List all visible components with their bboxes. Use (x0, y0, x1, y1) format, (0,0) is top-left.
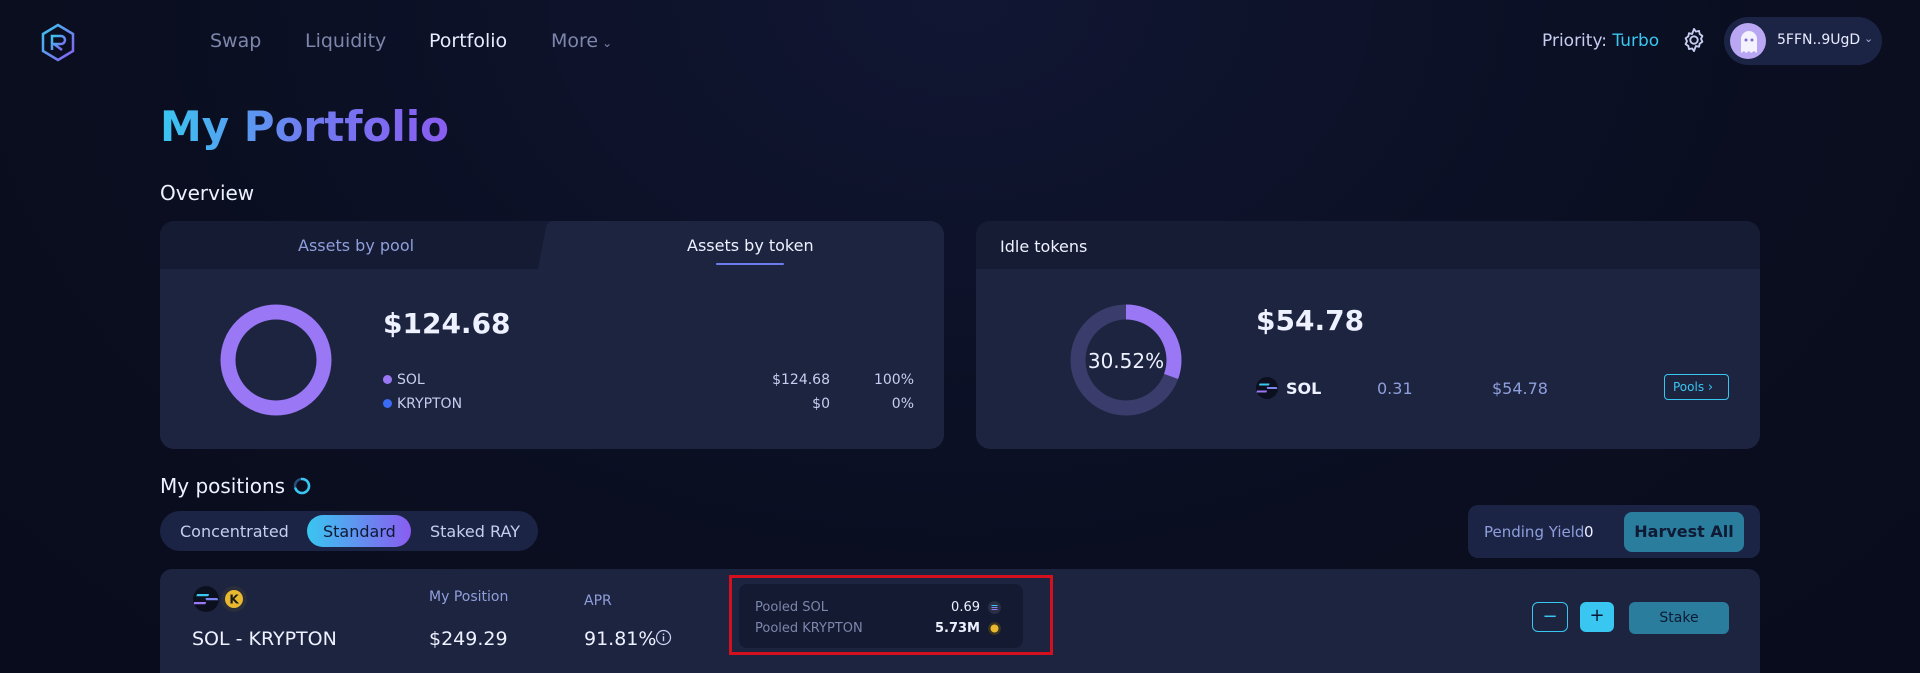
tab-assets-by-token[interactable]: Assets by token (687, 236, 814, 255)
ghost-avatar-icon (1741, 31, 1757, 53)
chevron-right-icon: › (1707, 380, 1714, 395)
assets-donut-chart (220, 304, 332, 416)
gear-icon[interactable] (1680, 26, 1708, 54)
idle-card-header (976, 221, 1760, 269)
avatar (1730, 23, 1766, 59)
overview-title: Overview (160, 181, 255, 205)
nav-swap[interactable]: Swap (210, 30, 261, 52)
priority-label: Priority: (1542, 31, 1607, 51)
donut-slice-sol (220, 304, 332, 416)
pending-yield-label: Pending Yield (1484, 523, 1585, 541)
krypton-coin-icon: K (221, 586, 247, 612)
positions-title: My positions (160, 474, 286, 498)
legend-krypton: KRYPTON (383, 396, 462, 412)
priority-indicator[interactable]: Priority: Turbo (1542, 31, 1659, 51)
chevron-down-icon: ⌄ (602, 36, 613, 50)
legend-value: $124.68 (772, 372, 830, 388)
harvest-all-button[interactable]: Harvest All (1624, 512, 1744, 552)
donut-label: 30.52% (1087, 349, 1165, 373)
apr-value: 91.81% (584, 628, 657, 650)
add-liquidity-button[interactable]: + (1580, 602, 1614, 632)
pooled-amounts-box: Pooled SOL 0.69 Pooled KRYPTON 5.73M (739, 584, 1023, 648)
krypton-coin-icon (988, 622, 1001, 635)
legend-label: KRYPTON (397, 396, 463, 412)
idle-tokens-card: Idle tokens 30.52% $54.78 SOL 0.31 $54.7… (976, 221, 1760, 449)
legend-dot (383, 375, 392, 384)
nav-liquidity[interactable]: Liquidity (305, 30, 386, 52)
idle-token-amount: 0.31 (1377, 379, 1413, 398)
segment-staked-ray[interactable]: Staked RAY (430, 522, 520, 541)
raydium-logo-icon[interactable] (38, 22, 78, 62)
idle-tokens-title: Idle tokens (1000, 237, 1088, 256)
pools-button[interactable]: Pools › (1664, 374, 1729, 400)
assets-total: $124.68 (383, 307, 511, 340)
sol-coin-icon (988, 601, 1001, 614)
top-nav: Swap Liquidity Portfolio More ⌄ Priority:… (0, 0, 1920, 84)
idle-token-name: SOL (1286, 379, 1322, 398)
apr-label: APR (584, 593, 612, 609)
tab-corner (538, 221, 558, 269)
wallet-button[interactable]: 5FFN..9UgD ⌄ (1724, 17, 1882, 65)
nav-portfolio[interactable]: Portfolio (429, 30, 507, 52)
sol-coin-icon (193, 586, 219, 612)
legend-sol: SOL (383, 372, 425, 388)
positions-segmented-control: Concentrated Standard Staked RAY (160, 511, 538, 551)
my-position-value: $249.29 (429, 628, 508, 650)
remove-liquidity-button[interactable]: − (1532, 602, 1568, 632)
legend-label: SOL (397, 372, 425, 388)
assets-card: Assets by pool Assets by token $124.68 S… (160, 221, 944, 449)
legend-percent: 100% (873, 372, 914, 388)
segment-standard[interactable]: Standard (323, 522, 396, 541)
legend-dot (383, 399, 392, 408)
position-pair-name: SOL - KRYPTON (192, 628, 337, 650)
legend-value: $0 (812, 396, 830, 412)
pooled-sol-value: 0.69 (951, 600, 980, 615)
active-tab-indicator (716, 263, 784, 265)
idle-total: $54.78 (1256, 304, 1365, 337)
nav-more[interactable]: More ⌄ (551, 30, 612, 52)
refresh-spinner-icon[interactable] (292, 476, 312, 496)
my-position-label: My Position (429, 589, 509, 605)
pools-button-label: Pools (1673, 380, 1705, 394)
page-title: My Portfolio (160, 102, 449, 151)
position-row: K SOL - KRYPTON My Position $249.29 APR … (160, 569, 1760, 673)
chevron-down-icon: ⌄ (1864, 32, 1874, 45)
pooled-krypton-value: 5.73M (934, 621, 980, 636)
legend-percent: 0% (891, 396, 914, 412)
nav-more-label: More (551, 30, 599, 52)
svg-text:K: K (229, 593, 239, 607)
priority-value: Turbo (1612, 31, 1660, 51)
pooled-krypton-label: Pooled KRYPTON (755, 621, 863, 636)
sol-coin-icon (1256, 377, 1278, 399)
info-icon[interactable] (655, 629, 672, 646)
segment-concentrated[interactable]: Concentrated (180, 522, 289, 541)
wallet-address: 5FFN..9UgD (1777, 32, 1861, 48)
idle-token-value: $54.78 (1492, 379, 1548, 398)
pending-yield-box: Pending Yield 0 Harvest All (1468, 505, 1760, 558)
tab-assets-by-pool[interactable]: Assets by pool (298, 236, 414, 255)
pooled-sol-label: Pooled SOL (755, 600, 829, 615)
pending-yield-value: 0 (1584, 523, 1594, 541)
stake-button[interactable]: Stake (1629, 602, 1729, 634)
